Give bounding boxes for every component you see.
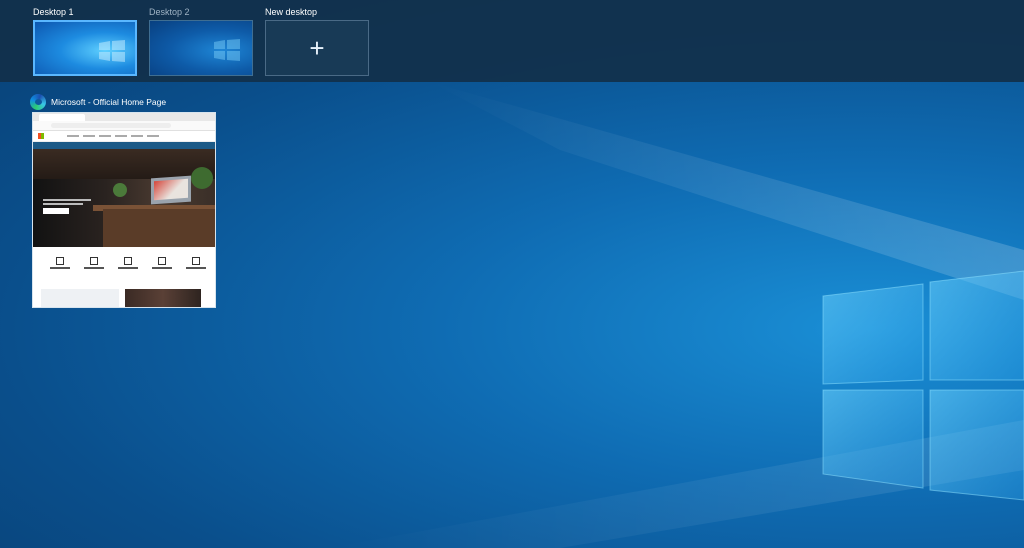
site-nav xyxy=(33,131,215,142)
promo-card xyxy=(41,289,119,307)
window-title: Microsoft - Official Home Page xyxy=(51,97,167,107)
desktop-2[interactable]: Desktop 2 xyxy=(149,6,253,76)
windows-logo-icon xyxy=(99,40,125,62)
browser-tab-strip xyxy=(33,113,215,121)
new-desktop[interactable]: New desktop + xyxy=(265,6,369,76)
new-desktop-label: New desktop xyxy=(265,7,318,17)
site-banner xyxy=(33,142,215,149)
windows-logo-icon xyxy=(214,39,240,61)
hero-image xyxy=(33,149,215,247)
desktop-1-thumbnail[interactable] xyxy=(33,20,137,76)
window-thumbnail[interactable] xyxy=(32,112,216,308)
desktop-1[interactable]: Desktop 1 xyxy=(33,6,137,76)
category-row xyxy=(33,257,215,287)
microsoft-logo-icon xyxy=(38,133,44,139)
desktop-2-thumbnail[interactable] xyxy=(149,20,253,76)
virtual-desktop-bar: Desktop 1 Desktop 2 New desktop + xyxy=(0,0,1024,82)
new-desktop-button[interactable]: + xyxy=(265,20,369,76)
desktop-2-label: Desktop 2 xyxy=(149,7,190,17)
promo-card xyxy=(125,289,201,307)
browser-address-bar xyxy=(33,121,215,131)
task-view-window[interactable]: Microsoft - Official Home Page xyxy=(30,92,216,308)
plus-icon: + xyxy=(309,33,325,63)
edge-icon xyxy=(30,94,46,110)
desktop-1-label: Desktop 1 xyxy=(33,7,74,17)
window-title-bar[interactable]: Microsoft - Official Home Page xyxy=(30,92,216,112)
